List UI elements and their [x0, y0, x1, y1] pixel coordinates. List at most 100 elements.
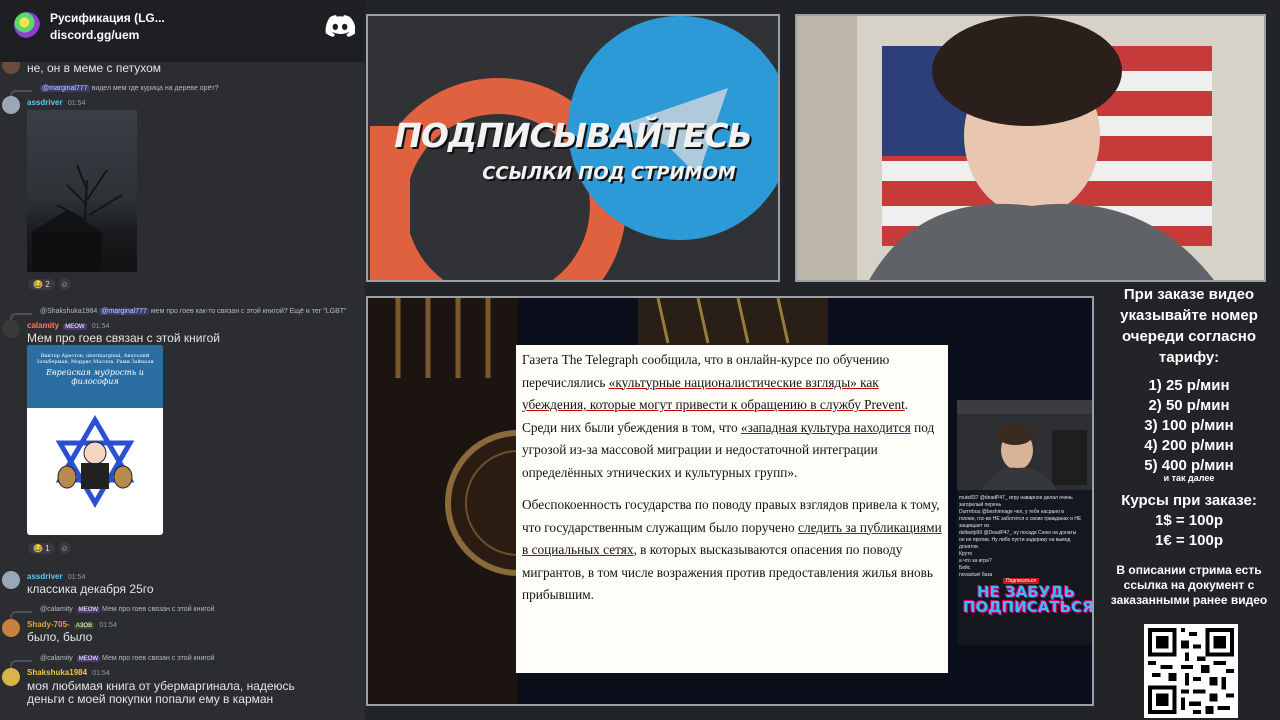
reply-text: Мем про гоев связан с этой книгой — [102, 655, 215, 662]
courses-header: Курсы при заказе: — [1121, 492, 1257, 509]
reply-badge: MEOW — [76, 656, 101, 662]
username[interactable]: assdriver — [27, 572, 63, 581]
picture-in-picture-stream: mute837 @deadP47_ игру наварное делал оч… — [957, 400, 1093, 645]
timestamp: 01:54 — [67, 100, 86, 107]
role-badge: АЗОВ — [73, 623, 95, 629]
promo-panel: ПОДПИСЫВАЙТЕСЬ ССЫЛКИ ПОД СТРИМОМ — [366, 14, 780, 282]
pip-chat-line: deltaxtp99 @DeadP47_ ну посади Сеню на д… — [959, 530, 1077, 536]
message-header: calamity MEOW 01:54 — [27, 321, 109, 330]
pip-chat-line: загорелый перень — [959, 502, 1002, 508]
username[interactable]: Shady-705- — [27, 620, 70, 629]
webcam-image — [797, 16, 1264, 280]
star-illustration-icon — [55, 415, 135, 508]
attached-book-cover[interactable]: Виктор Арестов, ubermarginal, Анатолий З… — [27, 345, 163, 535]
reaction-count: 2 — [45, 279, 50, 289]
course-rate: 1€ = 100р — [1155, 532, 1223, 549]
reaction-laugh[interactable]: 😂 2 — [28, 278, 55, 290]
reply-text: видел мем где курица на дереве орёт? — [91, 85, 219, 92]
tariff-item: 3) 100 р/мин — [1144, 417, 1234, 434]
pip-chat-line: защищает их — [959, 523, 990, 529]
tariff-item: 4) 200 р/мин — [1144, 437, 1234, 454]
message-text: было, было — [27, 630, 93, 644]
tariff-more: и так далее — [1163, 473, 1215, 483]
pip-webcam-image — [957, 400, 1092, 490]
avatar[interactable] — [2, 619, 20, 637]
discord-server-header[interactable]: Русификация (LG... discord.gg/uem — [0, 0, 365, 62]
avatar[interactable] — [2, 571, 20, 589]
pip-chat-line: голове, гос-во НЕ заботится о своих граж… — [959, 516, 1082, 522]
timestamp: 01:54 — [92, 670, 110, 677]
course-rate: 1$ = 100р — [1155, 512, 1223, 529]
username[interactable]: calamity — [27, 321, 59, 330]
tariff-list: 1) 25 р/мин 2) 50 р/мин 3) 100 р/мин 4) … — [1098, 376, 1280, 483]
role-badge: MEOW — [63, 324, 87, 330]
reaction-bar: 😂 1 ☺ — [28, 541, 71, 555]
discord-chat-panel: Русификация (LG... discord.gg/uem не, он… — [0, 0, 365, 720]
add-reaction-icon[interactable]: ☺ — [58, 278, 71, 290]
reaction-count: 1 — [45, 543, 50, 553]
promo-title: ПОДПИСЫВАЙТЕСЬ — [394, 116, 752, 155]
pip-chat-line: mute837 @deadP47_ игру наварное делал оч… — [959, 495, 1073, 501]
server-invite-link[interactable]: discord.gg/uem — [50, 28, 139, 42]
reply-preview[interactable]: @calamity MEOW Мем про гоев связан с это… — [40, 606, 215, 613]
message-header: assdriver 01:54 — [27, 572, 85, 581]
message-header: Shady-705- АЗОВ 01:54 — [27, 620, 117, 629]
server-name: Русификация (LG... — [50, 11, 165, 25]
banner-line: ПОДПИСАТЬСЯ! — [963, 598, 1093, 616]
pip-chat-line: он не против. Ну либо пусти задержку на … — [959, 537, 1071, 543]
reply-preview[interactable]: @Shakshuka1984 @marginal777 мем про гоев… — [40, 308, 347, 315]
message-text-line2: деньги с моей покупки попали ему в карма… — [27, 692, 274, 706]
avatar[interactable] — [2, 668, 20, 686]
message-header: Shakshuka1984 01:54 — [27, 668, 110, 677]
add-reaction-icon[interactable]: ☺ — [58, 542, 71, 554]
message-text: Мем про гоев связан с этой книгой — [27, 331, 220, 345]
attached-image[interactable] — [27, 110, 137, 272]
news-article: Газета The Telegraph сообщила, что в онл… — [516, 345, 948, 673]
article-paragraph-1: Газета The Telegraph сообщила, что в онл… — [522, 349, 942, 484]
reaction-laugh[interactable]: 😂 1 — [28, 542, 55, 554]
reply-badge: MEOW — [76, 607, 101, 613]
timestamp: 01:54 — [99, 622, 117, 629]
webcam-feed — [795, 14, 1266, 282]
username[interactable]: assdriver — [27, 98, 63, 107]
reply-author[interactable]: @calamity — [40, 655, 73, 662]
message-text: не, он в меме с петухом — [27, 61, 162, 75]
reply-author[interactable]: @calamity — [40, 606, 73, 613]
avatar[interactable] — [2, 320, 20, 338]
book-authors: Виктор Арестов, ubermarginal, Анатолий З… — [36, 353, 154, 365]
tariff-item: 2) 50 р/мин — [1148, 397, 1230, 414]
pip-chat-line: Круто — [959, 551, 973, 557]
message-header: assdriver 01:54 — [27, 98, 85, 107]
pip-chat-line: а что за игра? — [959, 558, 992, 564]
stream-layout: Русификация (LG... discord.gg/uem не, он… — [0, 0, 1280, 720]
main-video-panel: Газета The Telegraph сообщила, что в онл… — [366, 296, 1094, 706]
timestamp: 01:54 — [91, 323, 110, 330]
message-text: классика декабря 25го — [27, 582, 154, 596]
reaction-bar: 😂 2 ☺ — [28, 277, 71, 291]
tariff-item: 1) 25 р/мин — [1148, 377, 1230, 394]
reply-text: Мем про гоев связан с этой книгой — [102, 606, 215, 613]
username[interactable]: Shakshuka1984 — [27, 668, 87, 677]
reply-preview[interactable]: @calamity MEOW Мем про гоев связан с это… — [40, 655, 215, 662]
reply-mention[interactable]: @marginal777 — [40, 85, 90, 92]
pip-chat-line: Durrrrbuu @beshinnage чел, у тебя насран… — [959, 509, 1064, 515]
reply-mention[interactable]: @marginal777 — [99, 308, 149, 315]
description-note: В описании стрима есть ссылка на докумен… — [1110, 563, 1268, 607]
timestamp: 01:54 — [67, 574, 86, 581]
reply-text: мем про гоев как-то связан с этой книгой… — [150, 308, 347, 315]
reply-connector — [10, 611, 32, 619]
article-link[interactable]: «западная культура находится — [741, 420, 911, 435]
reply-connector — [10, 660, 32, 668]
pip-chat-overlay: mute837 @deadP47_ игру наварное делал оч… — [959, 495, 1091, 579]
qr-code-icon — [1148, 628, 1234, 714]
reply-author[interactable]: @Shakshuka1984 — [40, 308, 97, 315]
subscribe-banner: НЕ ЗАБУДЬ ПОДПИСАТЬСЯ! — [963, 585, 1093, 616]
order-instructions: При заказе видео указывайте номер очеред… — [1120, 286, 1258, 366]
message-text-line1: моя любимая книга от убермаргинала, наде… — [27, 679, 295, 693]
book-title: Еврейская мудрость и философия — [46, 368, 144, 386]
avatar[interactable] — [2, 96, 20, 114]
pip-chat-line: Бейс — [959, 565, 971, 571]
promo-subtitle: ССЫЛКИ ПОД СТРИМОМ — [482, 163, 736, 184]
reply-preview[interactable]: @marginal777 видел мем где курица на дер… — [40, 85, 219, 92]
qr-code — [1144, 624, 1238, 718]
